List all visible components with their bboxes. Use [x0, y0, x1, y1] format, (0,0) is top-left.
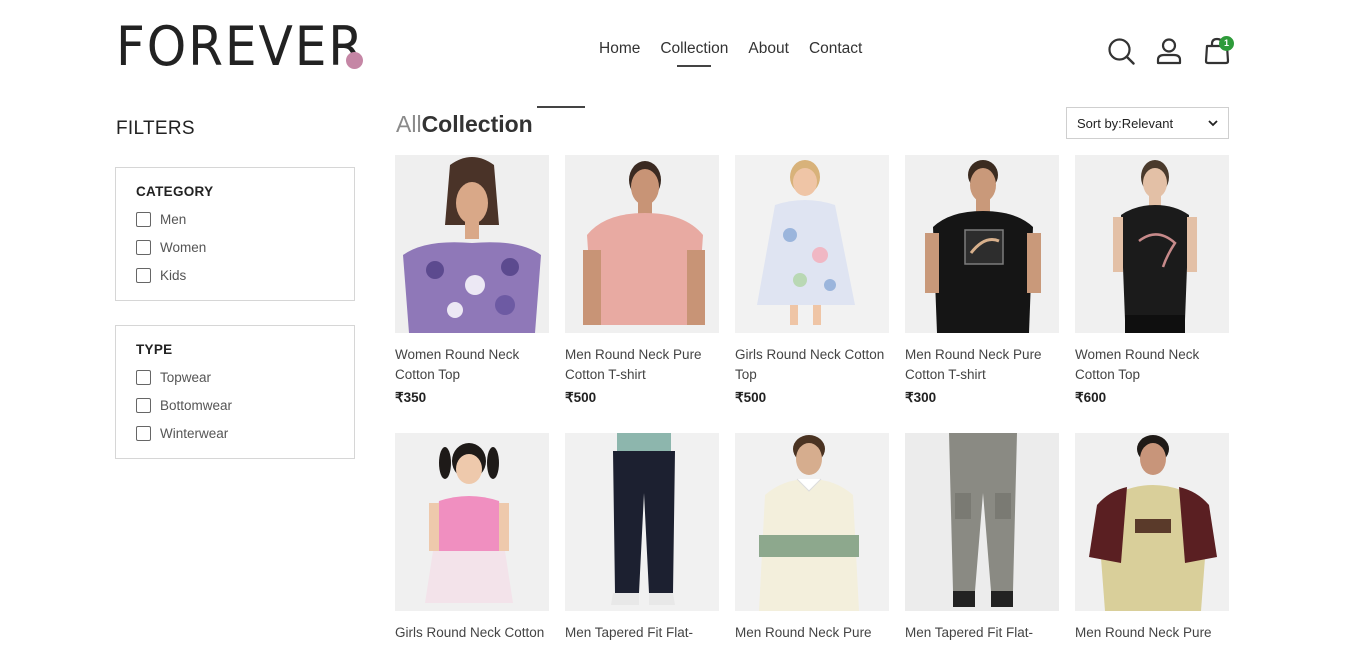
nav-home[interactable]: Home [599, 40, 640, 58]
product-card[interactable]: Women Round Neck Cotton Top ₹350 [395, 155, 549, 406]
product-price: ₹600 [1075, 390, 1107, 405]
product-image[interactable] [565, 433, 719, 611]
product-card[interactable]: Men Tapered Fit Flat- [905, 433, 1059, 646]
product-image[interactable] [735, 433, 889, 611]
product-price: ₹350 [395, 390, 427, 405]
category-filter: CATEGORY Men Women Kids [115, 167, 355, 301]
logo-dot [346, 52, 363, 69]
filter-label: Topwear [160, 369, 212, 385]
product-image[interactable] [1075, 155, 1229, 333]
product-card[interactable]: Men Round Neck Pure Cotton T-shirt ₹300 [905, 155, 1059, 406]
chevron-down-icon [1208, 119, 1218, 126]
filters-title[interactable]: FILTERS [116, 118, 195, 140]
product-name[interactable]: Girls Round Neck Cotton [395, 623, 549, 643]
filter-winterwear[interactable]: Winterwear [136, 419, 334, 447]
product-image[interactable] [565, 155, 719, 333]
filter-topwear[interactable]: Topwear [136, 363, 334, 391]
filter-label: Kids [160, 267, 187, 283]
filter-kids[interactable]: Kids [136, 261, 334, 289]
product-image[interactable] [1075, 433, 1229, 611]
product-name[interactable]: Women Round Neck Cotton Top [1075, 345, 1229, 385]
nav-collection[interactable]: Collection [660, 40, 728, 58]
product-name[interactable]: Men Round Neck Pure [1075, 623, 1229, 643]
sort-select[interactable]: Sort by:Relevant [1066, 107, 1229, 139]
nav-contact[interactable]: Contact [809, 40, 862, 58]
product-price: ₹300 [905, 390, 937, 405]
filter-label: Men [160, 211, 187, 227]
title-prefix: All [396, 111, 422, 137]
filter-women[interactable]: Women [136, 233, 334, 261]
checkbox[interactable] [136, 239, 151, 255]
sort-label: Sort by:Relevant [1077, 115, 1174, 131]
filter-label: Women [160, 239, 207, 255]
filter-label: Winterwear [160, 425, 229, 441]
product-card[interactable]: Girls Round Neck Cotton [395, 433, 549, 646]
brand-logo[interactable]: FOREVER [116, 18, 365, 76]
product-card[interactable]: Women Round Neck Cotton Top ₹600 [1075, 155, 1229, 406]
product-image[interactable] [905, 155, 1059, 333]
product-name[interactable]: Men Round Neck Pure [735, 623, 889, 643]
product-card[interactable]: Men Round Neck Pure Cotton T-shirt ₹500 [565, 155, 719, 406]
product-card[interactable]: Girls Round Neck Cotton Top ₹500 [735, 155, 889, 406]
product-name[interactable]: Men Tapered Fit Flat- [905, 623, 1059, 643]
product-name[interactable]: Men Round Neck Pure Cotton T-shirt [565, 345, 719, 385]
category-heading: CATEGORY [136, 184, 214, 199]
product-image[interactable] [905, 433, 1059, 611]
product-name[interactable]: Girls Round Neck Cotton Top [735, 345, 889, 385]
product-image[interactable] [735, 155, 889, 333]
filter-men[interactable]: Men [136, 205, 334, 233]
checkbox[interactable] [136, 397, 151, 413]
checkbox[interactable] [136, 267, 151, 283]
product-image[interactable] [395, 433, 549, 611]
product-price: ₹500 [565, 390, 597, 405]
cart-count-badge: 1 [1219, 36, 1234, 51]
product-price: ₹500 [735, 390, 767, 405]
product-card[interactable]: Men Round Neck Pure [1075, 433, 1229, 646]
type-heading: TYPE [136, 342, 173, 357]
type-filter: TYPE Topwear Bottomwear Winterwear [115, 325, 355, 459]
nav-about[interactable]: About [748, 40, 789, 58]
filter-bottomwear[interactable]: Bottomwear [136, 391, 334, 419]
filter-label: Bottomwear [160, 397, 233, 413]
product-name[interactable]: Men Tapered Fit Flat- [565, 623, 719, 643]
checkbox[interactable] [136, 211, 151, 227]
search-icon[interactable] [1107, 37, 1135, 65]
title-main: Collection [421, 111, 533, 137]
title-underline [537, 106, 585, 108]
product-card[interactable]: Men Round Neck Pure [735, 433, 889, 646]
product-card[interactable]: Men Tapered Fit Flat- [565, 433, 719, 646]
product-image[interactable] [395, 155, 549, 333]
product-name[interactable]: Women Round Neck Cotton Top [395, 345, 549, 385]
user-icon[interactable] [1155, 37, 1183, 65]
checkbox[interactable] [136, 425, 151, 441]
product-name[interactable]: Men Round Neck Pure Cotton T-shirt [905, 345, 1059, 385]
page: FOREVER Home Collection About Contact 1 … [0, 0, 1349, 646]
main-nav: Home Collection About Contact [599, 40, 862, 58]
checkbox[interactable] [136, 369, 151, 385]
collection-title: AllCollection [396, 110, 533, 138]
